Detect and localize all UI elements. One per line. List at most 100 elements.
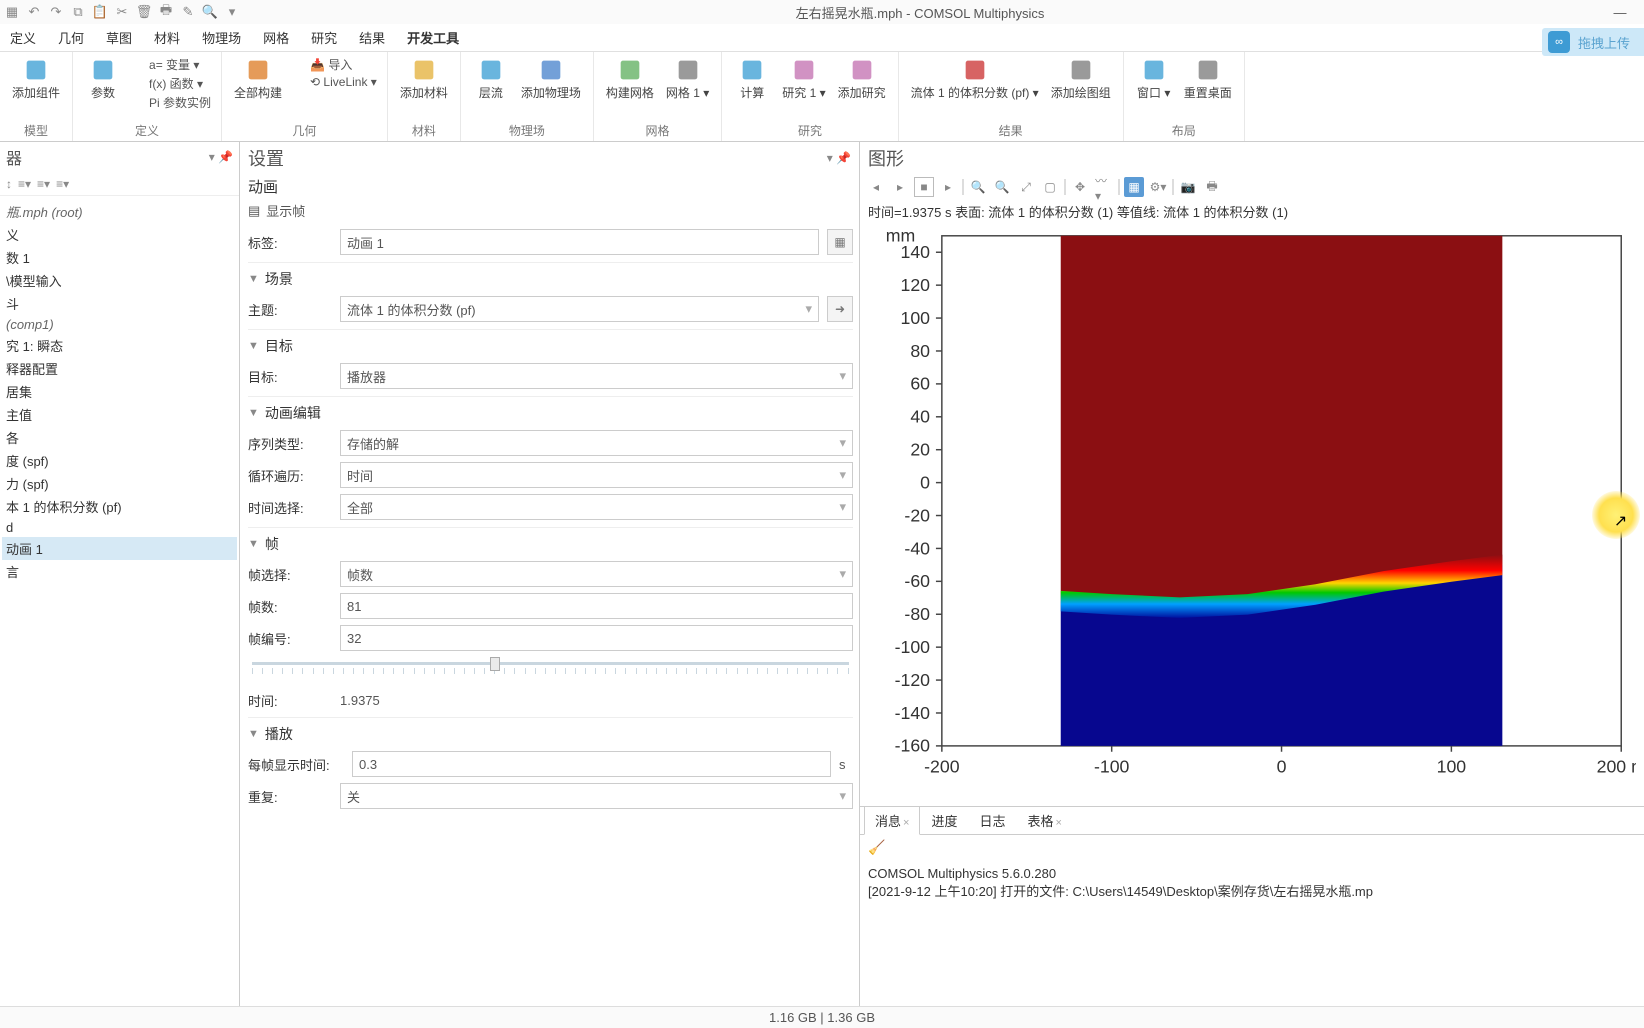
close-icon[interactable]: × <box>1056 817 1062 829</box>
ribbon-button[interactable]: 计算 <box>728 54 776 102</box>
tree-tool-icon[interactable]: ≡▾ <box>37 177 50 191</box>
section-scene[interactable]: ▼场景 <box>248 262 853 293</box>
show-frame-button[interactable]: 显示帧 <box>266 201 305 220</box>
seqtype-select[interactable]: 存储的解▾ <box>340 430 853 456</box>
ribbon-mini-item[interactable]: Pi 参数实例 <box>131 94 211 111</box>
nframes-input[interactable] <box>340 593 853 619</box>
tree-node[interactable]: (comp1) <box>2 315 237 334</box>
panel-pin-icon[interactable]: ▾ 📌 <box>827 151 851 165</box>
plot-area[interactable]: mm140120100806040200-20-40-60-80-100-120… <box>860 223 1644 806</box>
zoom-reset-icon[interactable]: ⤢ <box>1016 177 1036 197</box>
ribbon-mini-item[interactable]: ⟲ LiveLink ▾ <box>292 75 377 89</box>
section-target[interactable]: ▼目标 <box>248 329 853 360</box>
snapshot-icon[interactable]: 📷 <box>1178 177 1198 197</box>
tree-node[interactable]: d <box>2 518 237 537</box>
zoom-box-icon[interactable]: ▢ <box>1040 177 1060 197</box>
frame-slider[interactable] <box>248 656 853 686</box>
paste-icon[interactable]: 📋 <box>92 4 108 20</box>
tree-node[interactable]: 释器配置 <box>2 357 237 380</box>
zoom-in-icon[interactable]: 🔍 <box>968 177 988 197</box>
log-tab-messages[interactable]: 消息× <box>864 806 920 835</box>
loop-select[interactable]: 时间▾ <box>340 462 853 488</box>
tree-node[interactable]: \模型输入 <box>2 269 237 292</box>
subject-select[interactable]: 流体 1 的体积分数 (pf)▾ <box>340 296 819 322</box>
tree-node[interactable]: 居集 <box>2 380 237 403</box>
tree-node[interactable]: 究 1: 瞬态 <box>2 334 237 357</box>
ribbon-button[interactable]: 构建网格 <box>600 54 660 102</box>
tab-study[interactable]: 研究 <box>309 24 339 51</box>
target-select[interactable]: 播放器▾ <box>340 363 853 389</box>
tree-tool-icon[interactable]: ↕ <box>6 177 12 191</box>
tab-sketch[interactable]: 草图 <box>104 24 134 51</box>
ribbon-mini-item[interactable]: a= 变量 ▾ <box>131 56 211 73</box>
search-icon[interactable]: 🔍 <box>202 4 218 20</box>
copy-icon[interactable]: ⧉ <box>70 4 86 20</box>
tree-node[interactable]: 瓶.mph (root) <box>2 200 237 223</box>
ribbon-button[interactable]: 重置桌面 <box>1178 54 1238 102</box>
save-icon[interactable]: ▦ <box>4 4 20 20</box>
play-icon[interactable]: ▸ <box>890 177 910 197</box>
ribbon-button[interactable]: 层流 <box>467 54 515 102</box>
ribbon-button[interactable]: 添加研究 <box>832 54 892 102</box>
tree-node[interactable]: 斗 <box>2 292 237 315</box>
framesel-select[interactable]: 帧数▾ <box>340 561 853 587</box>
print-icon[interactable]: 🖶 <box>158 4 174 20</box>
repeat-select[interactable]: 关▾ <box>340 783 853 809</box>
tree-node[interactable]: 言 <box>2 560 237 583</box>
section-frame[interactable]: ▼帧 <box>248 527 853 558</box>
tree-node[interactable]: 数 1 <box>2 246 237 269</box>
tree-node[interactable]: 各 <box>2 426 237 449</box>
ribbon-button[interactable]: 网格 1 ▾ <box>660 54 715 102</box>
tab-results[interactable]: 结果 <box>357 24 387 51</box>
disptime-input[interactable] <box>352 751 831 777</box>
ribbon-button[interactable]: 添加物理场 <box>515 54 587 102</box>
ribbon-button[interactable]: 添加绘图组 <box>1045 54 1117 102</box>
section-play[interactable]: ▼播放 <box>248 717 853 748</box>
tab-physics[interactable]: 物理场 <box>200 24 243 51</box>
tree-node[interactable]: 本 1 的体积分数 (pf) <box>2 495 237 518</box>
tag-action-button[interactable]: ▦ <box>827 229 853 255</box>
undo-icon[interactable]: ↶ <box>26 4 42 20</box>
ribbon-button[interactable]: 参数 <box>79 54 127 102</box>
subject-goto-button[interactable]: ➜ <box>827 296 853 322</box>
frameno-input[interactable] <box>340 625 853 651</box>
tree-node[interactable]: 力 (spf) <box>2 472 237 495</box>
tree-node[interactable]: 动画 1 <box>2 537 237 560</box>
ribbon-button[interactable]: 全部构建 <box>228 54 288 102</box>
log-tab-log[interactable]: 日志 <box>968 806 1016 835</box>
log-tab-progress[interactable]: 进度 <box>920 806 968 835</box>
tree-node[interactable]: 义 <box>2 223 237 246</box>
tab-mesh[interactable]: 网格 <box>261 24 291 51</box>
tree-tool-icon[interactable]: ≡▾ <box>18 177 31 191</box>
tree-tool-icon[interactable]: ≡▾ <box>56 177 69 191</box>
section-anim-edit[interactable]: ▼动画编辑 <box>248 396 853 427</box>
cut-icon[interactable]: ✂ <box>114 4 130 20</box>
timesel-select[interactable]: 全部▾ <box>340 494 853 520</box>
print-icon[interactable]: 🖶 <box>1202 177 1222 197</box>
select-icon[interactable]: ✥ <box>1070 177 1090 197</box>
play-fwd-icon[interactable]: ▸ <box>938 177 958 197</box>
tree-node[interactable]: 度 (spf) <box>2 449 237 472</box>
delete-icon[interactable]: 🗑 <box>136 4 152 20</box>
show-frame-icon[interactable]: ▤ <box>248 203 260 219</box>
zoom-out-icon[interactable]: 🔍 <box>992 177 1012 197</box>
tag-input[interactable] <box>340 229 819 255</box>
scene-icon[interactable]: ⚙▾ <box>1148 177 1168 197</box>
view-mode-icon[interactable]: ▦ <box>1124 177 1144 197</box>
log-tab-tables[interactable]: 表格× <box>1016 806 1072 835</box>
ribbon-button[interactable]: 研究 1 ▾ <box>776 54 831 102</box>
tab-define[interactable]: 定义 <box>8 24 38 51</box>
tree-node[interactable]: 主值 <box>2 403 237 426</box>
redo-icon[interactable]: ↷ <box>48 4 64 20</box>
panel-pin-icon[interactable]: ▾ 📌 <box>209 150 233 164</box>
model-tree[interactable]: 瓶.mph (root)义数 1\模型输入斗(comp1)究 1: 瞬态释器配置… <box>0 196 239 1006</box>
more-icon[interactable]: ▾ <box>224 4 240 20</box>
close-icon[interactable]: × <box>903 817 909 829</box>
tab-geometry[interactable]: 几何 <box>56 24 86 51</box>
ribbon-mini-item[interactable]: 📥 导入 <box>292 56 377 73</box>
wand-icon[interactable]: ✎ <box>180 4 196 20</box>
log-clear-icon[interactable]: 🧹 <box>860 835 1644 860</box>
play-back-icon[interactable]: ◂ <box>866 177 886 197</box>
stop-icon[interactable]: ■ <box>914 177 934 197</box>
ribbon-button[interactable]: 窗口 ▾ <box>1130 54 1178 102</box>
